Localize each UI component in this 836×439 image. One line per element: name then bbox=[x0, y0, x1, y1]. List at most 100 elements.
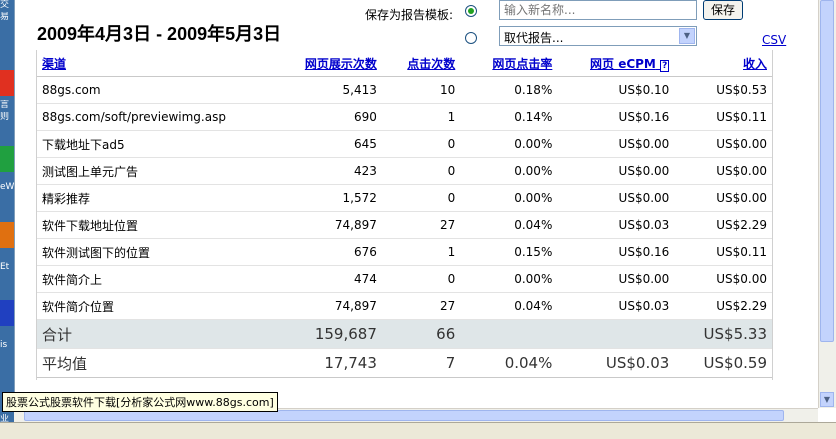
app-icon[interactable] bbox=[0, 222, 14, 248]
table-row: 精彩推荐 1,572 0 0.00% US$0.00 US$0.00 bbox=[36, 184, 773, 212]
report-table: 渠道 网页展示次数 点击次数 网页点击率 网页 eCPM ? 收入 88gs.c… bbox=[36, 50, 773, 378]
date-range-title: 2009年4月3日 - 2009年5月3日 bbox=[37, 24, 282, 44]
cell-impressions: 690 bbox=[270, 103, 383, 131]
col-ecpm[interactable]: 网页 eCPM ? bbox=[558, 50, 676, 77]
desktop-icon-label: 则 bbox=[0, 112, 10, 122]
cell-ecpm: US$0.00 bbox=[558, 265, 676, 293]
desktop-icon-label: 易 bbox=[0, 12, 10, 22]
cell-revenue: US$0.11 bbox=[675, 103, 773, 131]
desktop-icon-label: Et bbox=[0, 262, 10, 272]
desktop-icon-label: 言 bbox=[0, 100, 10, 110]
cell-impressions: 5,413 bbox=[270, 76, 383, 104]
cell-revenue: US$0.00 bbox=[675, 130, 773, 158]
cell-ctr: 0.00% bbox=[461, 130, 559, 158]
cell-clicks: 0 bbox=[382, 184, 462, 212]
col-ctr[interactable]: 网页点击率 bbox=[461, 50, 559, 77]
cell-ecpm: US$0.10 bbox=[558, 76, 676, 104]
cell-ecpm: US$0.00 bbox=[558, 157, 676, 185]
table-row: 测试图上单元广告 423 0 0.00% US$0.00 US$0.00 bbox=[36, 157, 773, 185]
replace-report-select[interactable]: 取代报告... ▼ bbox=[499, 26, 697, 46]
cell-revenue: US$0.00 bbox=[675, 157, 773, 185]
table-row: 软件测试图下的位置 676 1 0.15% US$0.16 US$0.11 bbox=[36, 238, 773, 266]
cell-impressions: 645 bbox=[270, 130, 383, 158]
cell-clicks: 66 bbox=[382, 319, 462, 349]
help-icon[interactable]: ? bbox=[660, 59, 670, 72]
table-row: 软件下载地址位置 74,897 27 0.04% US$0.03 US$2.29 bbox=[36, 211, 773, 239]
col-impressions[interactable]: 网页展示次数 bbox=[270, 50, 383, 77]
cell-ctr: 0.04% bbox=[461, 348, 559, 378]
cell-clicks: 27 bbox=[382, 292, 462, 320]
cell-ecpm bbox=[558, 319, 676, 349]
cell-revenue: US$0.00 bbox=[675, 184, 773, 212]
cell-ctr: 0.00% bbox=[461, 265, 559, 293]
cell-ctr: 0.15% bbox=[461, 238, 559, 266]
cell-channel: 软件简介上 bbox=[36, 265, 271, 293]
cell-channel: 测试图上单元广告 bbox=[36, 157, 271, 185]
radio-new-name[interactable] bbox=[465, 5, 477, 17]
cell-ecpm: US$0.00 bbox=[558, 130, 676, 158]
cell-revenue: US$0.11 bbox=[675, 238, 773, 266]
replace-report-value: 取代报告... bbox=[504, 31, 564, 45]
app-icon[interactable] bbox=[0, 146, 14, 172]
status-bar bbox=[0, 422, 836, 439]
cell-revenue: US$0.53 bbox=[675, 76, 773, 104]
desktop-icon-label: is bbox=[0, 340, 8, 350]
cell-impressions: 676 bbox=[270, 238, 383, 266]
cell-ctr bbox=[461, 319, 559, 349]
cell-revenue: US$5.33 bbox=[675, 319, 773, 349]
cell-impressions: 17,743 bbox=[270, 348, 383, 378]
cell-revenue: US$2.29 bbox=[675, 211, 773, 239]
cell-channel: 下载地址下ad5 bbox=[36, 130, 271, 158]
table-row: 88gs.com 5,413 10 0.18% US$0.10 US$0.53 bbox=[36, 76, 773, 104]
cell-clicks: 0 bbox=[382, 130, 462, 158]
cell-impressions: 74,897 bbox=[270, 211, 383, 239]
cell-clicks: 7 bbox=[382, 348, 462, 378]
cell-ecpm: US$0.03 bbox=[558, 348, 676, 378]
cell-ctr: 0.04% bbox=[461, 211, 559, 239]
template-name-input[interactable] bbox=[499, 0, 697, 20]
cell-ecpm: US$0.16 bbox=[558, 238, 676, 266]
scroll-down-icon[interactable]: ▼ bbox=[820, 392, 834, 407]
cell-clicks: 1 bbox=[382, 103, 462, 131]
cell-ctr: 0.00% bbox=[461, 184, 559, 212]
app-icon[interactable] bbox=[0, 70, 14, 96]
cell-ctr: 0.18% bbox=[461, 76, 559, 104]
cell-channel: 软件测试图下的位置 bbox=[36, 238, 271, 266]
col-revenue[interactable]: 收入 bbox=[675, 50, 773, 77]
link-tooltip: 股票公式股票软件下载[分析家公式网www.88gs.com] bbox=[2, 392, 278, 412]
cell-ecpm: US$0.03 bbox=[558, 211, 676, 239]
save-button[interactable]: 保存 bbox=[703, 0, 743, 20]
cell-revenue: US$0.59 bbox=[675, 348, 773, 378]
app-icon[interactable] bbox=[0, 300, 14, 326]
cell-impressions: 474 bbox=[270, 265, 383, 293]
cell-ecpm: US$0.16 bbox=[558, 103, 676, 131]
cell-channel: 合计 bbox=[36, 319, 271, 349]
cell-revenue: US$2.29 bbox=[675, 292, 773, 320]
cell-ecpm: US$0.03 bbox=[558, 292, 676, 320]
average-row: 平均值 17,743 7 0.04% US$0.03 US$0.59 bbox=[36, 348, 773, 378]
cell-clicks: 0 bbox=[382, 265, 462, 293]
vertical-scrollbar[interactable]: ▼ bbox=[818, 0, 836, 408]
chevron-down-icon[interactable]: ▼ bbox=[679, 28, 695, 44]
save-template-label: 保存为报告模板: bbox=[365, 8, 454, 22]
cell-impressions: 1,572 bbox=[270, 184, 383, 212]
cell-clicks: 27 bbox=[382, 211, 462, 239]
scroll-thumb[interactable] bbox=[820, 0, 834, 342]
cell-clicks: 1 bbox=[382, 238, 462, 266]
col-channel[interactable]: 渠道 bbox=[36, 50, 271, 77]
cell-channel: 软件简介位置 bbox=[36, 292, 271, 320]
radio-replace[interactable] bbox=[465, 32, 477, 44]
table-header-row: 渠道 网页展示次数 点击次数 网页点击率 网页 eCPM ? 收入 bbox=[36, 50, 773, 77]
col-clicks[interactable]: 点击次数 bbox=[382, 50, 462, 77]
desktop-strip: 交 易 言 则 eW Et is 业 bbox=[0, 0, 14, 438]
cell-channel: 精彩推荐 bbox=[36, 184, 271, 212]
cell-ctr: 0.04% bbox=[461, 292, 559, 320]
cell-channel: 88gs.com bbox=[36, 76, 271, 104]
table-row: 下载地址下ad5 645 0 0.00% US$0.00 US$0.00 bbox=[36, 130, 773, 158]
total-row: 合计 159,687 66 US$5.33 bbox=[36, 319, 773, 349]
col-ecpm-label[interactable]: 网页 eCPM bbox=[590, 57, 656, 71]
cell-revenue: US$0.00 bbox=[675, 265, 773, 293]
csv-link[interactable]: CSV bbox=[762, 33, 786, 47]
cell-ctr: 0.14% bbox=[461, 103, 559, 131]
cell-impressions: 423 bbox=[270, 157, 383, 185]
